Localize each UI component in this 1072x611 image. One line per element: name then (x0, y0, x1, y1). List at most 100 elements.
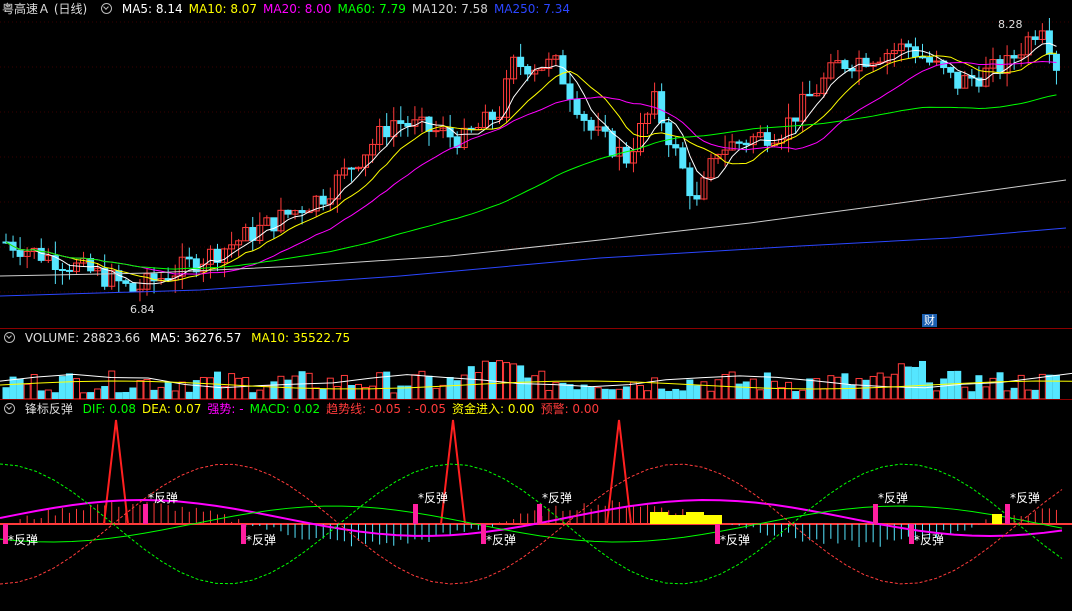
signal-label: *反弹 (418, 491, 448, 505)
volume-bar (911, 366, 919, 399)
indicator-field-1: DEA: 0.07 (142, 402, 202, 416)
signal-label: *反弹 (8, 533, 38, 547)
volume-bar (897, 363, 905, 399)
indicator-settings-icon[interactable] (4, 403, 15, 414)
volume-bar (714, 379, 722, 399)
signal-label: *反弹 (542, 491, 572, 505)
volume-bar (185, 391, 193, 399)
candle-body (16, 249, 24, 257)
candle-body (679, 147, 687, 169)
candle-body (249, 227, 257, 241)
candle-body (947, 67, 955, 73)
ma-label-3: MA60: 7.79 (337, 2, 406, 16)
volume-bar (1038, 373, 1046, 399)
volume-bar (883, 376, 891, 399)
ma-label-0: MA5: 8.14 (121, 2, 183, 16)
volume-bar (164, 382, 172, 399)
candle-body (735, 141, 743, 144)
volume-bar (432, 387, 440, 399)
volume-bar (778, 387, 785, 399)
indicator-chart[interactable]: *反弹 *反弹 *反弹 *反弹 *反弹 *反弹 *反弹 *反弹 *反弹 *反弹 (0, 418, 1072, 611)
volume-bar (446, 377, 454, 399)
volume-header: VOLUME: 28823.66 MA5: 36276.57 MA10: 355… (0, 329, 1072, 347)
volume-bar (284, 379, 292, 399)
volume-bar (919, 360, 926, 399)
volume-bar (199, 376, 207, 399)
volume-bar (228, 373, 236, 399)
volume-ma5: MA5: 36276.57 (150, 331, 242, 345)
volume-bar (940, 378, 948, 399)
fund-bar (992, 514, 1002, 524)
volume-bar (143, 379, 151, 399)
stock-title: 粤高速Ａ (日线) (2, 2, 88, 16)
volume-bar (425, 375, 433, 399)
volume-panel[interactable]: VOLUME: 28823.66 MA5: 36276.57 MA10: 355… (0, 329, 1072, 399)
fund-bar (668, 515, 686, 524)
indicator-field-2: 强势: - (207, 402, 244, 416)
candle-body (686, 167, 694, 197)
volume-bar (538, 370, 546, 399)
volume-bar (756, 389, 764, 399)
volume-bar (594, 387, 602, 399)
signal-label: *反弹 (486, 533, 516, 547)
volume-bar (298, 371, 306, 399)
volume-settings-icon[interactable] (4, 332, 15, 343)
volume-bar (305, 372, 313, 399)
price-panel[interactable]: 粤高速Ａ (日线) MA5: 8.14 MA10: 8.07 MA20: 8.00 M… (0, 0, 1072, 328)
finance-badge[interactable]: 财 (922, 314, 937, 327)
volume-bar (206, 377, 214, 399)
volume-bar (256, 389, 264, 399)
settings-circle-icon[interactable] (101, 3, 113, 14)
spike-line (440, 419, 466, 525)
candle-body (911, 46, 919, 58)
volume-bar (686, 379, 694, 399)
candle-body (1045, 30, 1053, 55)
volume-bar (235, 377, 243, 399)
volume-ma10: MA10: 35522.75 (251, 331, 351, 345)
signal-label: *反弹 (246, 533, 276, 547)
candle-body (658, 91, 666, 124)
signal-label: *反弹 (914, 533, 944, 547)
volume-bar (171, 390, 179, 399)
volume-bar (622, 386, 630, 399)
volume-bar (862, 379, 870, 399)
high-price-label: 8.28 (998, 18, 1023, 31)
ma-line-120 (0, 179, 1067, 277)
volume-bar (157, 386, 165, 399)
candle-body (693, 195, 701, 200)
volume-title: VOLUME: 28823.66 (24, 331, 141, 345)
volume-bar (933, 390, 941, 399)
candle-body (1010, 55, 1018, 59)
candle-body (806, 93, 814, 97)
signal-arrow (537, 504, 542, 524)
candlestick-chart[interactable] (0, 18, 1072, 328)
candle-body (101, 267, 109, 287)
volume-bar (982, 386, 990, 399)
candle-body (573, 98, 581, 115)
volume-bar (841, 373, 849, 399)
volume-bar (672, 388, 680, 399)
candle-body (954, 71, 962, 89)
volume-chart[interactable] (0, 347, 1072, 399)
volume-bar (637, 385, 644, 399)
volume-bar (608, 389, 616, 399)
volume-bar (221, 385, 229, 399)
signal-label: *反弹 (1010, 491, 1040, 505)
volume-bar (16, 378, 24, 399)
indicator-field-3: MACD: 0.02 (249, 402, 321, 416)
candle-body (919, 56, 926, 59)
volume-bar (503, 362, 511, 399)
volume-bar (467, 366, 475, 399)
candle-body (742, 142, 750, 146)
indicator-field-0: DIF: 0.08 (82, 402, 136, 416)
indicator-field-7: 预警: 0.00 (540, 402, 600, 416)
volume-bar (474, 372, 482, 399)
volume-bar (37, 390, 45, 399)
indicator-panel[interactable]: 锋标反弹 DIF: 0.08 DEA: 0.07 强势: - MACD: 0.02 趋势… (0, 400, 1072, 611)
volume-bar (573, 389, 581, 399)
volume-bar (23, 383, 31, 399)
volume-bar (566, 384, 574, 399)
indicator-field-6: 资金进入: 0.00 (451, 402, 535, 416)
ma-label-4: MA120: 7.58 (411, 2, 488, 16)
candle-body (488, 111, 496, 120)
